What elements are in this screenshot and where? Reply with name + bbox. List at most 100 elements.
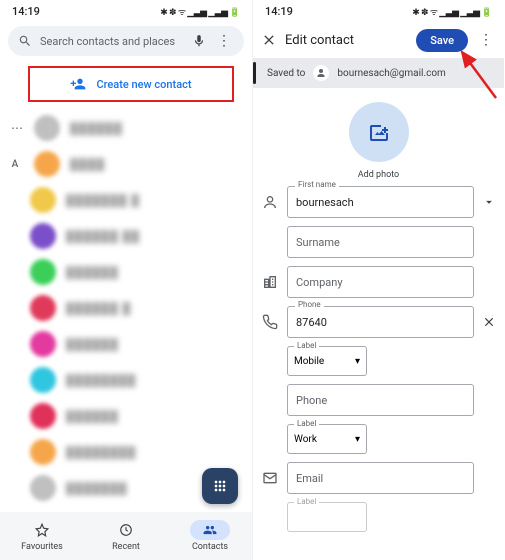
saved-to-bar[interactable]: Saved to bournesach@gmail.com xyxy=(253,58,504,88)
contact-name: ███████ █ xyxy=(66,194,140,207)
save-button[interactable]: Save xyxy=(416,29,468,52)
contact-name: ███████ xyxy=(66,482,128,495)
label-float: Label xyxy=(294,497,319,506)
phone-label: Phone xyxy=(295,300,324,309)
contact-list: ⋯ ██████ A ████ ███████ █ ██████ ██ ████… xyxy=(0,110,252,506)
contact-name: ██████ xyxy=(66,266,119,279)
list-item[interactable]: ██████ xyxy=(6,326,252,362)
avatar xyxy=(30,295,56,321)
more-icon[interactable]: ⋮ xyxy=(476,32,496,48)
contacts-list-screen: 14:19 ✱ ✽ ᯤ ▁▃▅ ▁▃▅ 🔋 Search contacts an… xyxy=(0,0,252,560)
list-item[interactable]: ████████ xyxy=(6,434,252,470)
nav-label: Contacts xyxy=(192,542,228,552)
phone-icon xyxy=(259,314,281,330)
person-icon xyxy=(259,194,281,210)
avatar xyxy=(30,331,56,357)
clear-icon[interactable] xyxy=(480,315,498,329)
surname-field[interactable] xyxy=(287,226,474,258)
add-image-icon xyxy=(367,120,391,144)
list-item[interactable]: ██████ █ xyxy=(6,290,252,326)
clock: 14:19 xyxy=(12,5,40,18)
mic-icon[interactable] xyxy=(192,34,206,48)
create-new-contact-button[interactable]: Create new contact xyxy=(28,66,234,102)
phone-label-select-1[interactable]: Label Mobile ▾ xyxy=(287,346,367,376)
person-add-icon xyxy=(70,76,86,92)
search-icon xyxy=(18,34,32,48)
status-bar: 14:19 ✱ ✽ ᯤ ▁▃▅ ▁▃▅ 🔋 xyxy=(253,0,504,22)
search-placeholder: Search contacts and places xyxy=(40,35,184,48)
avatar xyxy=(34,115,60,141)
nav-favourites[interactable]: Favourites xyxy=(0,512,84,560)
contact-name: ██████ xyxy=(66,338,119,351)
company-icon xyxy=(259,274,281,290)
email-icon xyxy=(259,470,281,486)
nav-recent[interactable]: Recent xyxy=(84,512,168,560)
avatar xyxy=(30,439,56,465)
status-icons: ✱ ✽ ᯤ ▁▃▅ ▁▃▅ 🔋 xyxy=(160,5,240,18)
email-label-select[interactable]: Label xyxy=(287,502,367,532)
list-item[interactable]: ██████ xyxy=(6,254,252,290)
account-email: bournesach@gmail.com xyxy=(337,68,445,79)
contact-name: ██████ xyxy=(66,410,119,423)
first-name-field[interactable] xyxy=(287,186,474,218)
clock: 14:19 xyxy=(265,5,293,18)
close-icon[interactable] xyxy=(261,32,277,48)
avatar xyxy=(30,223,56,249)
contact-name: ████████ xyxy=(66,374,136,387)
nav-label: Recent xyxy=(112,542,140,552)
avatar xyxy=(30,187,56,213)
list-item[interactable]: ████████ xyxy=(6,362,252,398)
avatar xyxy=(30,403,56,429)
create-new-contact-label: Create new contact xyxy=(96,78,191,91)
contact-name: ██████ █ xyxy=(66,302,131,315)
label-value: Work xyxy=(294,434,317,445)
label-float: Label xyxy=(294,419,319,428)
nav-label: Favourites xyxy=(21,542,63,552)
list-item[interactable]: ⋯ ██████ xyxy=(6,110,252,146)
nav-contacts[interactable]: Contacts xyxy=(168,512,252,560)
list-item[interactable]: ███████ █ xyxy=(6,182,252,218)
section-header-a: A xyxy=(6,159,24,170)
chevron-down-icon[interactable] xyxy=(480,195,498,209)
email-field[interactable] xyxy=(287,462,474,494)
page-title: Edit contact xyxy=(285,33,408,48)
status-bar: 14:19 ✱ ✽ ᯤ ▁▃▅ ▁▃▅ 🔋 xyxy=(0,0,252,22)
phone-label-select-2[interactable]: Label Work ▾ xyxy=(287,424,367,454)
dropdown-icon: ▾ xyxy=(355,356,360,367)
label-float: Label xyxy=(294,341,319,350)
star-icon xyxy=(35,523,49,537)
list-item[interactable]: A ████ xyxy=(6,146,252,182)
edit-contact-screen: 14:19 ✱ ✽ ᯤ ▁▃▅ ▁▃▅ 🔋 Edit contact Save … xyxy=(252,0,504,560)
people-icon xyxy=(203,523,217,537)
saved-to-label: Saved to xyxy=(267,68,305,79)
list-item[interactable]: ██████ xyxy=(6,398,252,434)
section-header-dots: ⋯ xyxy=(6,121,24,135)
list-item[interactable]: ██████ ██ xyxy=(6,218,252,254)
add-photo-label: Add photo xyxy=(358,170,399,180)
contact-name: ████████ xyxy=(66,446,136,459)
company-field[interactable] xyxy=(287,266,474,298)
search-more-icon[interactable]: ⋮ xyxy=(214,33,234,49)
avatar xyxy=(30,475,56,501)
phone-field-1[interactable] xyxy=(287,306,474,338)
avatar xyxy=(30,367,56,393)
label-value: Mobile xyxy=(294,356,324,367)
contact-name: ████ xyxy=(70,158,105,171)
contact-name: ██████ ██ xyxy=(66,230,140,243)
photo-circle[interactable] xyxy=(349,102,409,162)
add-photo-zone[interactable]: Add photo xyxy=(253,88,504,186)
first-name-label: First name xyxy=(295,180,339,189)
status-icons: ✱ ✽ ᯤ ▁▃▅ ▁▃▅ 🔋 xyxy=(412,5,492,18)
search-bar[interactable]: Search contacts and places ⋮ xyxy=(8,26,244,56)
edit-header: Edit contact Save ⋮ xyxy=(253,22,504,58)
dialpad-fab[interactable] xyxy=(202,468,238,504)
dialpad-icon xyxy=(212,478,228,494)
clock-icon xyxy=(119,523,133,537)
phone-field-2[interactable] xyxy=(287,384,474,416)
avatar xyxy=(30,259,56,285)
contact-name: ██████ xyxy=(70,122,123,135)
dropdown-icon: ▾ xyxy=(355,434,360,445)
avatar xyxy=(34,151,60,177)
contact-form: First name Phone xyxy=(253,186,504,532)
account-avatar-icon xyxy=(313,65,329,81)
